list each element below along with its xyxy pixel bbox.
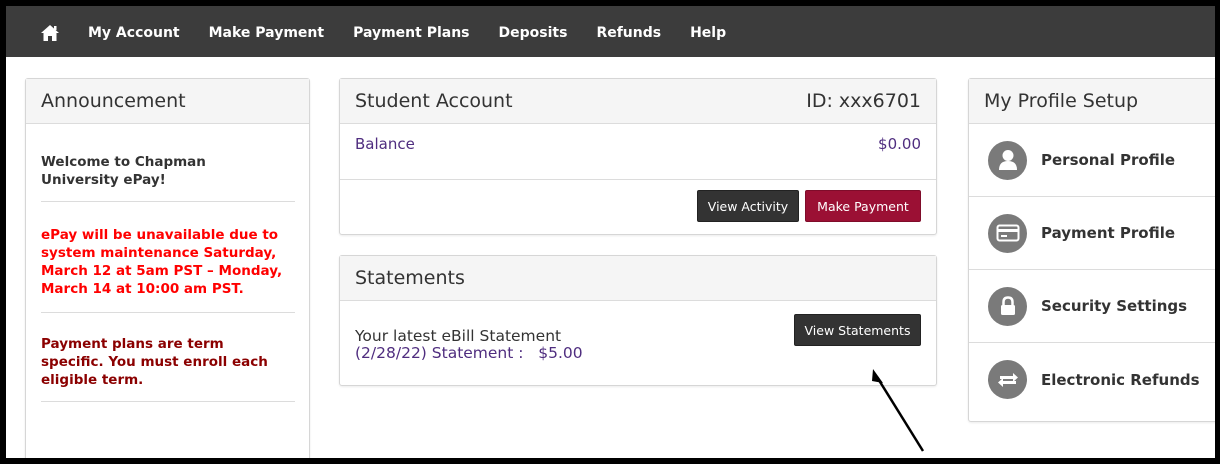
balance-row: Balance $0.00	[355, 135, 921, 153]
balance-divider	[340, 179, 936, 180]
personal-profile-label: Personal Profile	[1041, 151, 1176, 169]
lock-icon	[988, 286, 1027, 326]
profile-setup-title: My Profile Setup	[984, 90, 1139, 112]
electronic-refunds-label: Electronic Refunds	[1041, 370, 1200, 389]
person-icon	[988, 140, 1027, 180]
electronic-refunds-link[interactable]: Electronic Refunds	[969, 343, 1215, 416]
announcement-title: Announcement	[41, 90, 186, 112]
annotation-arrow	[872, 369, 925, 452]
student-id: ID: xxx6701	[806, 90, 921, 112]
make-payment-button[interactable]: Make Payment	[805, 190, 921, 222]
view-activity-button[interactable]: View Activity	[697, 190, 799, 222]
announcement-body: Welcome to Chapman University ePay! ePay…	[26, 153, 309, 402]
home-icon[interactable]	[40, 24, 62, 42]
view-statements-button[interactable]: View Statements	[794, 314, 921, 346]
credit-card-icon	[988, 213, 1027, 253]
payment-profile-link[interactable]: Payment Profile	[969, 197, 1215, 270]
latest-statement-label: Your latest eBill Statement	[355, 327, 562, 345]
student-account-header: Student Account ID: xxx6701	[340, 79, 936, 124]
profile-setup-header: My Profile Setup	[969, 79, 1215, 124]
statements-title: Statements	[355, 267, 465, 289]
announcement-maintenance-alert: ePay will be unavailable due to system m…	[41, 227, 283, 297]
payment-profile-label: Payment Profile	[1041, 224, 1176, 242]
nav-payment-plans[interactable]: Payment Plans	[353, 25, 469, 41]
student-account-title: Student Account	[355, 90, 513, 112]
announcement-payment-plans-note: Payment plans are term specific. You mus…	[41, 336, 268, 388]
student-account-panel: Student Account ID: xxx6701 Balance $0.0…	[339, 78, 937, 235]
refund-arrows-icon	[988, 360, 1027, 399]
statements-panel: Statements Your latest eBill Statement (…	[339, 255, 937, 386]
nav-help[interactable]: Help	[690, 25, 726, 41]
screenshot-frame: My Account Make Payment Payment Plans De…	[0, 0, 1220, 464]
profile-setup-panel: My Profile Setup Personal Profile Paymen…	[968, 78, 1215, 422]
balance-label: Balance	[355, 135, 415, 153]
security-settings-link[interactable]: Security Settings	[969, 270, 1215, 343]
announcement-divider	[41, 401, 295, 402]
announcement-panel: Announcement Welcome to Chapman Universi…	[25, 78, 310, 458]
nav-make-payment[interactable]: Make Payment	[209, 25, 324, 41]
personal-profile-link[interactable]: Personal Profile	[969, 124, 1215, 197]
top-navigation-bar: My Account Make Payment Payment Plans De…	[6, 6, 1215, 57]
balance-value: $0.00	[878, 135, 921, 153]
nav-deposits[interactable]: Deposits	[499, 25, 568, 41]
statement-amount-line: (2/28/22) Statement : $5.00	[355, 344, 583, 362]
nav-my-account[interactable]: My Account	[88, 25, 180, 41]
security-settings-label: Security Settings	[1041, 297, 1188, 315]
announcement-header: Announcement	[26, 79, 309, 124]
announcement-divider	[41, 201, 295, 202]
nav-refunds[interactable]: Refunds	[596, 25, 661, 41]
statements-header: Statements	[340, 256, 936, 301]
announcement-welcome: Welcome to Chapman University ePay!	[41, 154, 206, 188]
announcement-divider	[41, 312, 295, 313]
